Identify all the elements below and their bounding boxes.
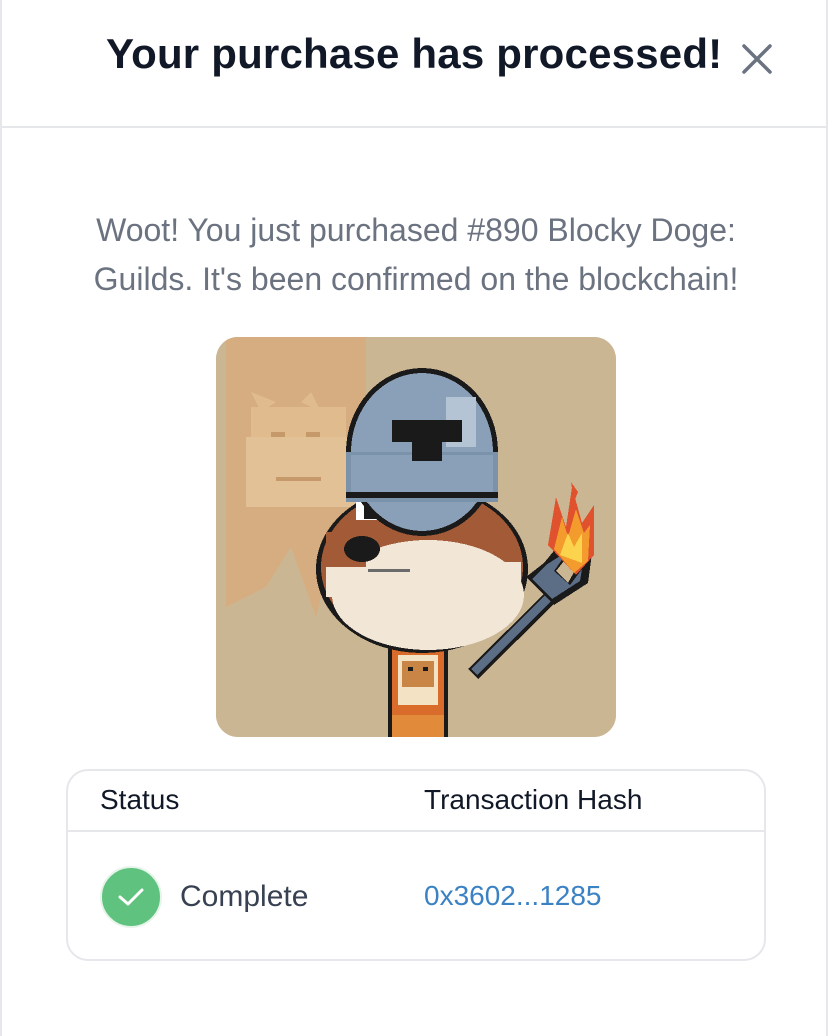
transaction-hash-link[interactable]: 0x3602...1285 xyxy=(424,880,602,912)
status-value: Complete xyxy=(180,880,309,913)
transaction-table: Status Transaction Hash Complete 0x3602.… xyxy=(66,769,766,961)
close-button[interactable] xyxy=(736,38,778,80)
status-column-header: Status xyxy=(100,784,180,815)
purchase-message: Woot! You just purchased #890 Blocky Dog… xyxy=(93,212,739,297)
purchase-modal: Your purchase has processed! Woot! You j… xyxy=(0,0,828,1036)
modal-title: Your purchase has processed! xyxy=(106,30,723,77)
table-header: Status Transaction Hash xyxy=(68,771,764,832)
hash-column-header: Transaction Hash xyxy=(424,784,643,815)
modal-header: Your purchase has processed! xyxy=(2,0,826,128)
close-icon xyxy=(742,44,772,74)
table-row: Complete 0x3602...1285 xyxy=(68,832,764,959)
check-circle-icon xyxy=(100,866,162,928)
nft-image xyxy=(216,337,616,737)
